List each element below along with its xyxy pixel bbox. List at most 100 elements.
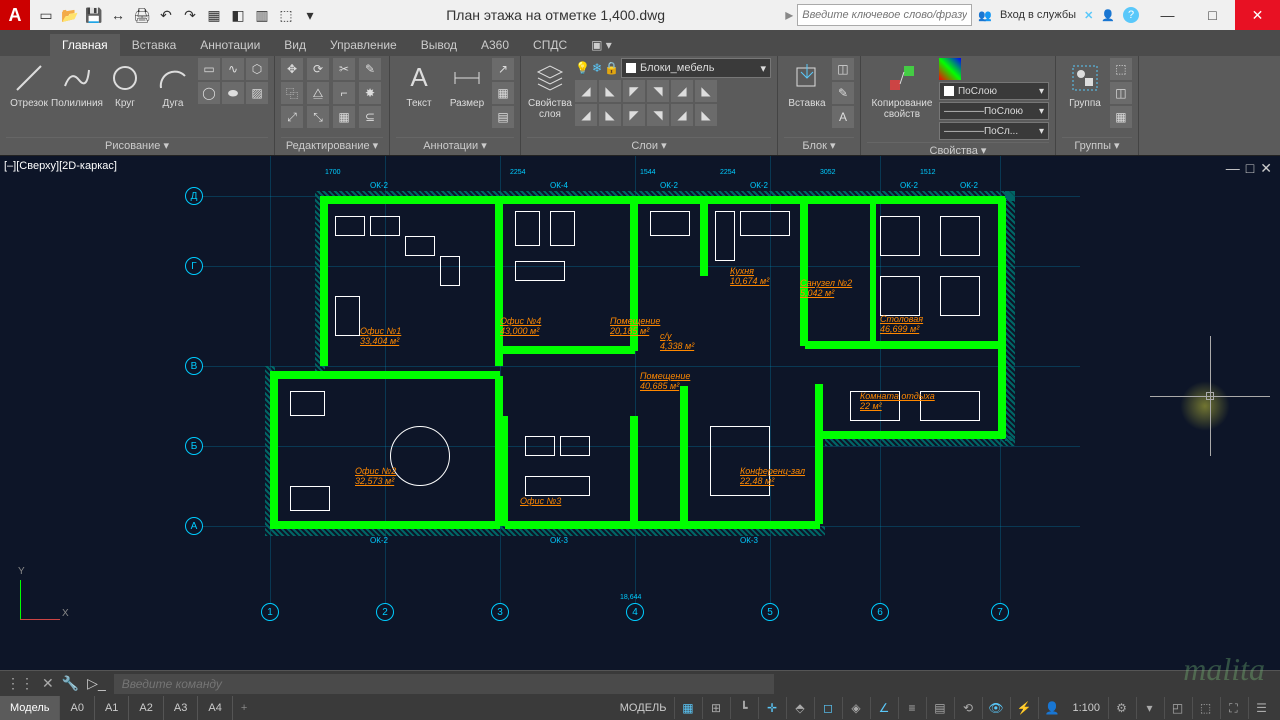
panel-label[interactable]: Редактирование ▾ — [281, 137, 383, 155]
linetype-dropdown[interactable]: ————ПоСл...▾ — [939, 122, 1049, 140]
hwaccel-icon[interactable]: ⬚ — [1192, 697, 1218, 719]
snap-toggle-icon[interactable]: ⊞ — [702, 697, 728, 719]
rotate-icon[interactable]: ⟳ — [307, 58, 329, 80]
annoscale-icon[interactable]: 👤 — [1038, 697, 1064, 719]
layer-tool-icon[interactable]: ◣ — [695, 80, 717, 102]
qat-icon[interactable]: ▾ — [300, 5, 320, 25]
viewport-maximize-icon[interactable]: □ — [1246, 160, 1254, 177]
qat-open-icon[interactable]: 📂 — [60, 5, 80, 25]
grid-toggle-icon[interactable]: ▦ — [674, 697, 700, 719]
layer-tool-icon[interactable]: ◣ — [599, 104, 621, 126]
a360-icon[interactable]: 👤 — [1101, 9, 1115, 22]
view-label[interactable]: [–][Сверху][2D-каркас] — [4, 160, 117, 172]
close-button[interactable]: ✕ — [1235, 0, 1280, 30]
layer-tool-icon[interactable]: ◢ — [575, 80, 597, 102]
match-props-button[interactable]: Копирование свойств — [867, 58, 937, 120]
insert-button[interactable]: Вставка — [784, 58, 830, 109]
layer-tool-icon[interactable]: ◥ — [647, 80, 669, 102]
qat-print-icon[interactable]: 🖨 — [132, 5, 152, 25]
tab-output[interactable]: Вывод — [409, 34, 469, 56]
layout-tab[interactable]: A2 — [129, 696, 163, 720]
iso-toggle-icon[interactable]: ⬘ — [786, 697, 812, 719]
lineweight-dropdown[interactable]: ————ПоСлою▾ — [939, 102, 1049, 120]
edit-block-icon[interactable]: ✎ — [832, 82, 854, 104]
workspace-icon[interactable]: ▾ — [1136, 697, 1162, 719]
cleanscreen-icon[interactable]: ⛶ — [1220, 697, 1246, 719]
layer-tool-icon[interactable]: ◢ — [575, 104, 597, 126]
qat-new-icon[interactable]: ▭ — [36, 5, 56, 25]
layer-tool-icon[interactable]: ◤ — [623, 104, 645, 126]
arc-button[interactable]: Дуга — [150, 58, 196, 109]
trim-icon[interactable]: ✂ — [333, 58, 355, 80]
group-button[interactable]: Группа — [1062, 58, 1108, 109]
explode-icon[interactable]: ✸ — [359, 82, 381, 104]
line-button[interactable]: Отрезок — [6, 58, 52, 109]
draw-tool-icon[interactable]: ▭ — [198, 58, 220, 80]
tab-spds[interactable]: СПДС — [521, 34, 579, 56]
qp-icon[interactable]: ⚡ — [1010, 697, 1036, 719]
sign-in-button[interactable]: Вход в службы — [1000, 9, 1076, 21]
mirror-icon[interactable]: ⧋ — [307, 82, 329, 104]
draw-tool-icon[interactable]: ⬬ — [222, 82, 244, 104]
ungroup-icon[interactable]: ⬚ — [1110, 58, 1132, 80]
circle-button[interactable]: Круг — [102, 58, 148, 109]
tab-annotate[interactable]: Аннотации — [188, 34, 272, 56]
status-model[interactable]: МОДЕЛЬ — [614, 702, 673, 714]
cycling-icon[interactable]: ⟲ — [954, 697, 980, 719]
gear-icon[interactable]: ⚙ — [1108, 697, 1134, 719]
layer-props-button[interactable]: Свойства слоя — [527, 58, 573, 120]
qat-undo-icon[interactable]: ↶ — [156, 5, 176, 25]
group-bbox-icon[interactable]: ▦ — [1110, 106, 1132, 128]
layer-tool-icon[interactable]: ◢ — [671, 104, 693, 126]
layout-tab[interactable]: A0 — [60, 696, 94, 720]
3dosnap-icon[interactable]: ◈ — [842, 697, 868, 719]
layout-tab[interactable]: A1 — [95, 696, 129, 720]
layout-tab[interactable]: A4 — [198, 696, 232, 720]
erase-icon[interactable]: ✎ — [359, 58, 381, 80]
stretch-icon[interactable]: ⤢ — [281, 106, 303, 128]
layout-tab-model[interactable]: Модель — [0, 696, 60, 720]
scale-label[interactable]: 1:100 — [1066, 702, 1106, 714]
polar-toggle-icon[interactable]: ✛ — [758, 697, 784, 719]
isolate-icon[interactable]: ◰ — [1164, 697, 1190, 719]
maximize-button[interactable]: □ — [1190, 0, 1235, 30]
transparency-icon[interactable]: ▤ — [926, 697, 952, 719]
command-input[interactable] — [114, 674, 774, 694]
create-block-icon[interactable]: ◫ — [832, 58, 854, 80]
cmd-handle-icon[interactable]: ⋮⋮ — [6, 675, 34, 692]
copy-icon[interactable]: ⿻ — [281, 82, 303, 104]
panel-label[interactable]: Рисование ▾ — [6, 137, 268, 155]
add-layout-button[interactable]: + — [233, 702, 255, 714]
panel-label[interactable]: Свойства ▾ — [867, 142, 1049, 157]
ortho-toggle-icon[interactable]: ┗ — [730, 697, 756, 719]
help-icon[interactable]: ? — [1123, 7, 1139, 23]
layout-tab[interactable]: A3 — [164, 696, 198, 720]
group-edit-icon[interactable]: ◫ — [1110, 82, 1132, 104]
osnap-toggle-icon[interactable]: ◻ — [814, 697, 840, 719]
layer-dropdown[interactable]: Блоки_мебель▾ — [621, 58, 771, 78]
tab-view[interactable]: Вид — [272, 34, 318, 56]
tab-home[interactable]: Главная — [50, 34, 120, 56]
panel-label[interactable]: Блок ▾ — [784, 137, 854, 155]
text-button[interactable]: AТекст — [396, 58, 442, 109]
fillet-icon[interactable]: ⌐ — [333, 82, 355, 104]
tab-manage[interactable]: Управление — [318, 34, 409, 56]
color-icon[interactable] — [939, 58, 961, 80]
qat-save-icon[interactable]: 💾 — [84, 5, 104, 25]
offset-icon[interactable]: ⊆ — [359, 106, 381, 128]
panel-label[interactable]: Группы ▾ — [1062, 137, 1132, 155]
move-icon[interactable]: ✥ — [281, 58, 303, 80]
qat-icon[interactable]: ▥ — [252, 5, 272, 25]
cmd-config-icon[interactable]: 🔧 — [62, 675, 79, 692]
qat-icon[interactable]: ◧ — [228, 5, 248, 25]
infocenter-icon[interactable]: 👥 — [978, 9, 992, 22]
annomonitor-icon[interactable]: 👁 — [982, 697, 1008, 719]
drawing-canvas[interactable]: [–][Сверху][2D-каркас] — □ ✕ 1 2 3 4 5 6… — [0, 156, 1280, 670]
layer-tool-icon[interactable]: ◢ — [671, 80, 693, 102]
search-input[interactable] — [797, 4, 972, 26]
scale-icon[interactable]: ⤡ — [307, 106, 329, 128]
layer-tool-icon[interactable]: ◥ — [647, 104, 669, 126]
otrack-icon[interactable]: ∠ — [870, 697, 896, 719]
viewport-close-icon[interactable]: ✕ — [1260, 160, 1272, 177]
viewport-minimize-icon[interactable]: — — [1226, 160, 1240, 177]
